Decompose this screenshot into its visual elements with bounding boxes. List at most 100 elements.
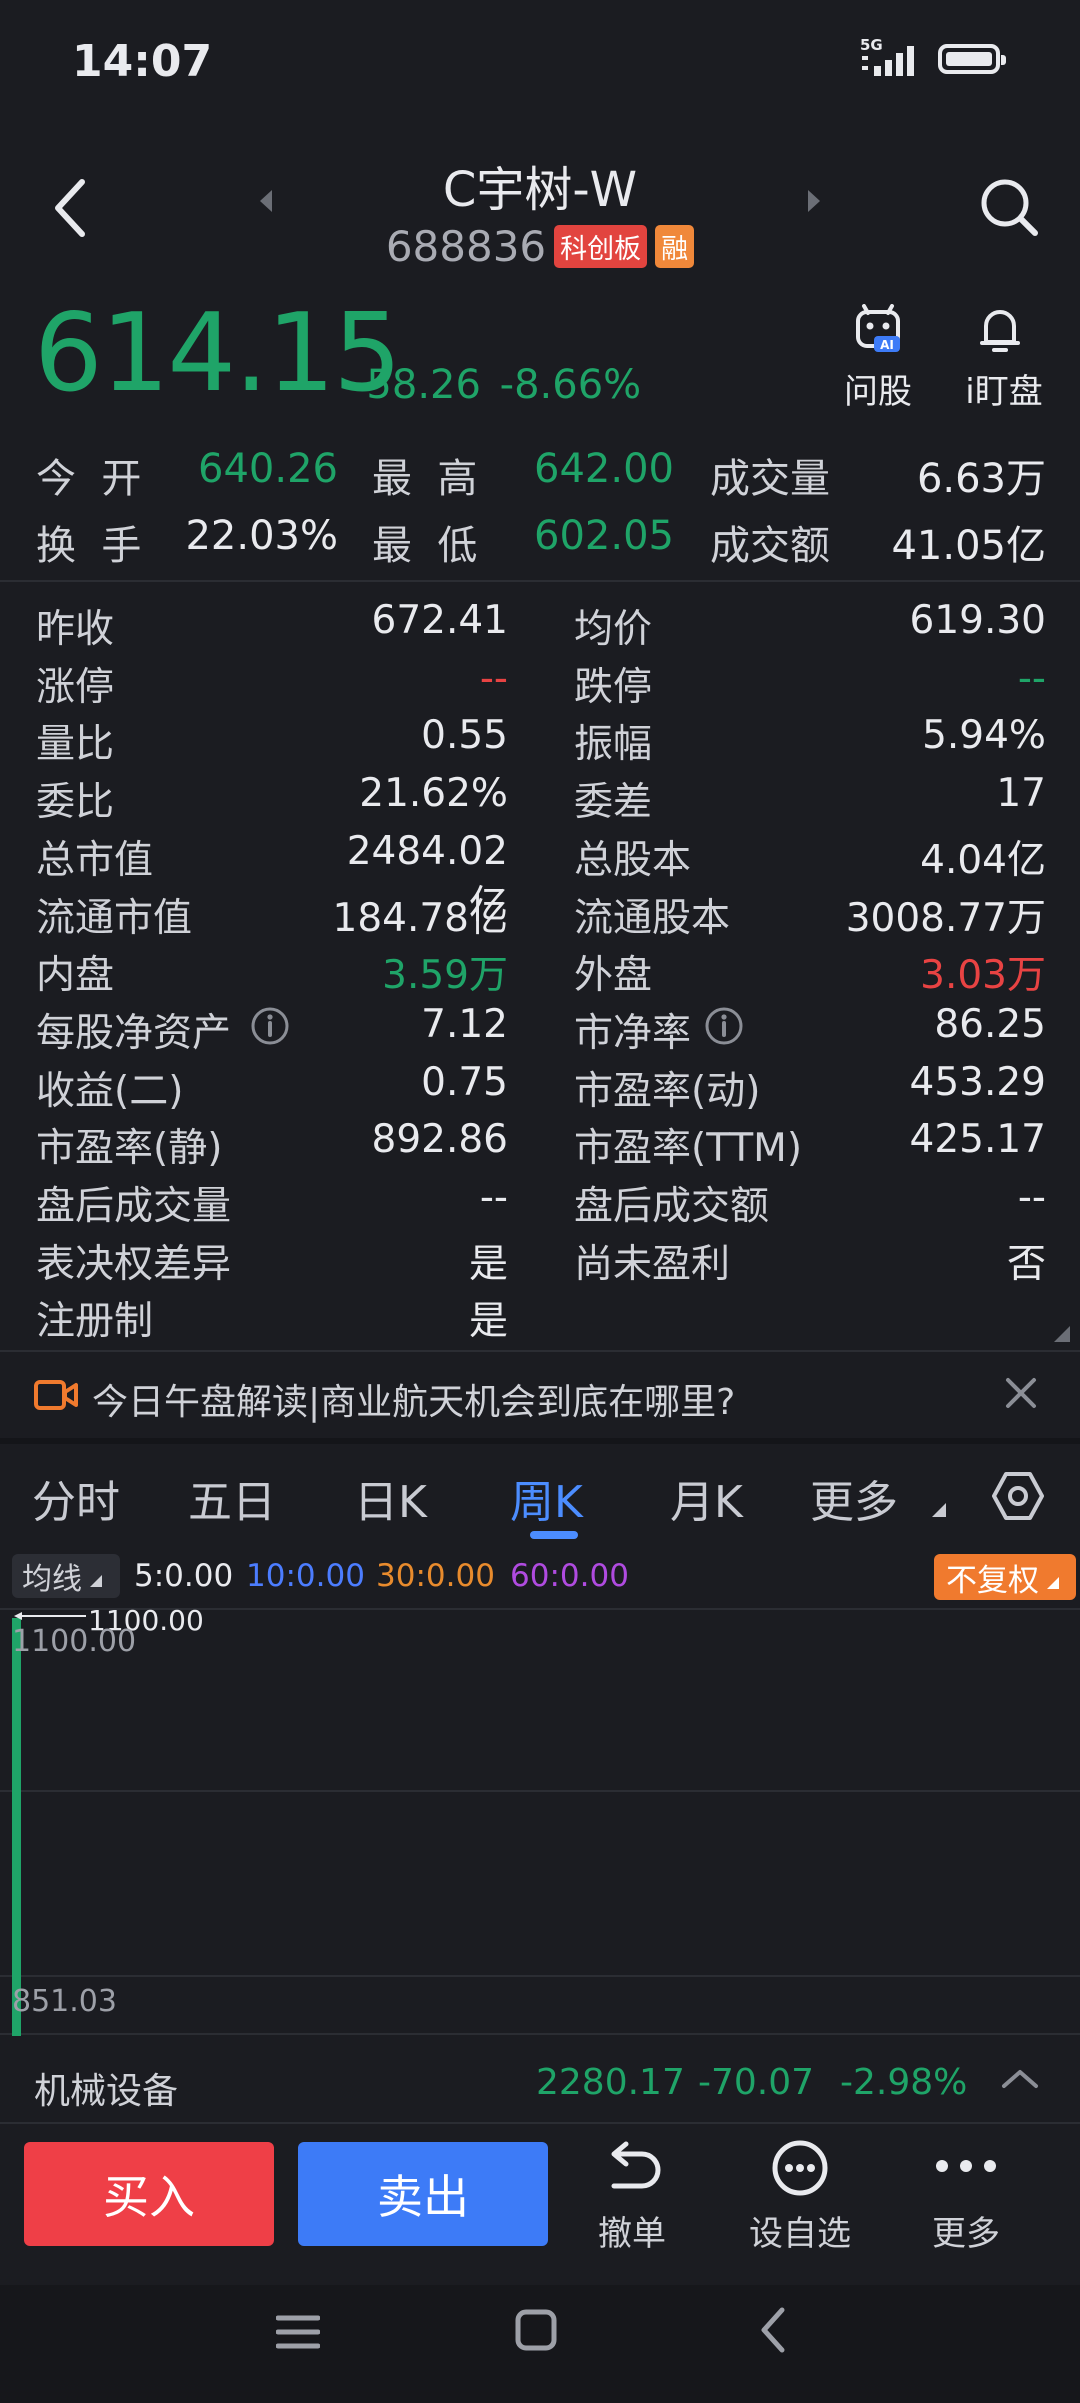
stat-label: 流通股本 (574, 895, 731, 941)
y-max-label: 1100.00 (12, 1624, 137, 1659)
chart-settings-icon[interactable] (992, 1470, 1044, 1526)
quote-value: 640.26 (198, 446, 338, 492)
home-icon[interactable] (514, 2308, 558, 2356)
notice-text[interactable]: 今日午盘解读|商业航天机会到底在哪里? (92, 1373, 735, 1425)
stat-label: 总股本 (574, 837, 692, 883)
search-icon[interactable] (978, 176, 1040, 242)
stat-label: 总市值 (36, 837, 154, 883)
stat-label: 委比 (36, 780, 115, 826)
ask-stock-label[interactable]: 问股 (838, 364, 918, 413)
cancel-order-label[interactable]: 撤单 (582, 2206, 682, 2255)
stat-label: 外盘 (574, 953, 653, 999)
recent-apps-icon[interactable] (275, 2312, 321, 2356)
stat-label: 跌停 (574, 664, 653, 710)
stat-value: 619.30 (909, 598, 1046, 643)
price-adjust-button[interactable]: 不复权 (934, 1554, 1076, 1600)
chevron-up-icon[interactable] (1000, 2066, 1040, 2094)
stat-label: 盘后成交额 (574, 1184, 770, 1229)
more-label[interactable]: 更多 (916, 2206, 1016, 2255)
close-icon[interactable] (1004, 1376, 1038, 1414)
stat-value: 892.86 (371, 1117, 508, 1163)
ma5-value: 5:0.00 (134, 1558, 234, 1594)
svg-text:AI: AI (880, 338, 894, 352)
stat-value: 86.25 (934, 1001, 1046, 1047)
stat-value: 0.55 (421, 713, 508, 759)
price-change-value: -58.26 (352, 362, 481, 408)
buy-button[interactable]: 买入 (24, 2142, 274, 2246)
stat-value: 17 (996, 771, 1046, 817)
y-min-label: 851.03 (12, 1984, 117, 2019)
quote-value: 41.05亿 (891, 523, 1046, 569)
stat-value: -- (1017, 655, 1046, 701)
signal-icon: 5G (860, 36, 924, 84)
info-icon[interactable] (250, 1006, 290, 1046)
stat-label: 收益(二) (36, 1068, 184, 1114)
stat-label: 均价 (574, 607, 653, 652)
stat-label: 表决权差异 (36, 1241, 232, 1287)
ma30-value: 30:0.00 (376, 1558, 495, 1594)
nav-back-icon[interactable] (758, 2306, 788, 2358)
quote-label: 今 开 (36, 456, 142, 502)
kline-chart[interactable] (0, 1606, 1080, 2036)
quote-label: 最 高 (372, 456, 478, 502)
status-time: 14:07 (72, 36, 213, 87)
tab-weekly-k[interactable]: 周K (510, 1466, 583, 1530)
bell-icon[interactable] (978, 306, 1022, 360)
stat-value: 672.41 (371, 598, 508, 643)
stat-value: 453.29 (909, 1059, 1046, 1105)
stat-label: 盘后成交量 (36, 1184, 232, 1229)
info-icon[interactable] (704, 1006, 744, 1046)
sector-value: 2280.17 (536, 2062, 685, 2103)
code-row: 688836 科创板 融 (0, 222, 1080, 271)
ma-selector-label: 均线 (22, 1562, 82, 1597)
divider (0, 580, 1080, 582)
undo-icon[interactable] (600, 2140, 664, 2200)
robot-ai-icon: AI (856, 304, 900, 352)
stat-value: 0.75 (421, 1059, 508, 1105)
ma-caret-icon (90, 1575, 102, 1587)
price-adjust-label: 不复权 (946, 1562, 1039, 1599)
sell-button[interactable]: 卖出 (298, 2142, 548, 2246)
stat-value: 3.59万 (382, 953, 508, 999)
stat-value: -- (479, 655, 508, 701)
stat-value: 否 (1006, 1241, 1046, 1287)
quote-label: 成交量 (710, 456, 830, 502)
candle-bar (12, 1618, 21, 2036)
price-change-pct: -8.66% (499, 362, 642, 408)
active-tab-indicator (530, 1531, 578, 1539)
quote-value: 22.03% (185, 513, 338, 559)
tab-intraday[interactable]: 分时 (32, 1466, 120, 1530)
tab-daily-k[interactable]: 日K (354, 1466, 427, 1530)
watch-label[interactable]: i盯盘 (950, 364, 1058, 413)
tab-more[interactable]: 更多 (810, 1466, 898, 1530)
stat-value: 7.12 (421, 1001, 508, 1047)
stat-label: 量比 (36, 722, 115, 768)
stat-value: 是 (468, 1299, 508, 1345)
stat-label: 市盈率(静) (36, 1126, 223, 1172)
quote-label: 换 手 (36, 523, 142, 569)
quote-value: 602.05 (534, 513, 674, 559)
last-price: 614.15 (34, 291, 402, 416)
stat-label: 市盈率(TTM) (574, 1126, 803, 1172)
quote-value: 6.63万 (916, 456, 1046, 502)
add-watchlist-icon[interactable] (770, 2138, 830, 2202)
tab-five-day[interactable]: 五日 (188, 1466, 276, 1530)
tab-monthly-k[interactable]: 月K (670, 1466, 743, 1530)
stat-value: -- (479, 1175, 508, 1220)
battery-icon (938, 44, 1006, 74)
add-watchlist-label[interactable]: 设自选 (738, 2206, 862, 2255)
more-dots-icon[interactable] (934, 2154, 998, 2182)
stat-label: 涨停 (36, 664, 115, 710)
adjust-caret-icon (1047, 1577, 1059, 1589)
more-tab-caret-icon (932, 1502, 946, 1521)
quote-label: 最 低 (372, 523, 478, 569)
sector-name[interactable]: 机械设备 (34, 2062, 178, 2114)
ma60-value: 60:0.00 (510, 1558, 629, 1594)
stat-value: 425.17 (909, 1117, 1046, 1163)
stat-value: 4.04亿 (920, 837, 1046, 883)
video-icon (34, 1378, 78, 1416)
ma-selector-button[interactable]: 均线 (12, 1554, 120, 1598)
collapse-corner-icon[interactable] (1054, 1326, 1070, 1346)
kline-chart-svg (0, 1608, 1080, 2036)
ask-stock-button[interactable]: AI (846, 304, 910, 360)
